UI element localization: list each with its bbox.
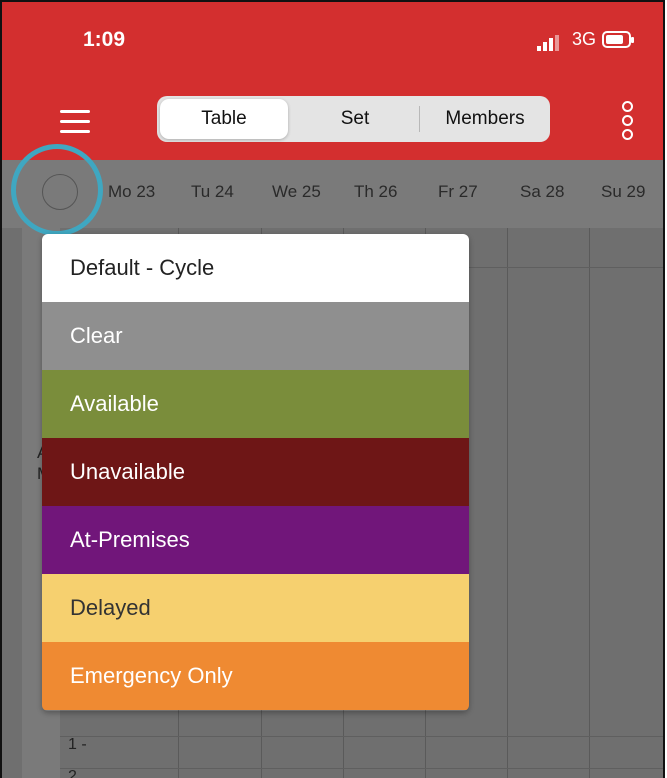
- menu-item-unavailable[interactable]: Unavailable: [42, 438, 469, 506]
- column-divider: [507, 228, 508, 778]
- row-label: 2: [68, 768, 77, 778]
- network-type: 3G: [572, 29, 597, 49]
- tab-members[interactable]: Members: [421, 96, 549, 142]
- day-header-mo[interactable]: Mo 23: [108, 182, 155, 202]
- battery-icon: [602, 31, 634, 48]
- menu-item-delayed[interactable]: Delayed: [42, 574, 469, 642]
- signal-icon: [537, 35, 559, 51]
- day-header-fr[interactable]: Fr 27: [438, 182, 478, 202]
- phone-frame: 1:09 3G Table Set Members Mo 23 Tu 24 We…: [0, 0, 665, 778]
- menu-item-available[interactable]: Available: [42, 370, 469, 438]
- day-header-th[interactable]: Th 26: [354, 182, 397, 202]
- row-label: 1 -: [68, 736, 87, 753]
- row-divider: [60, 768, 663, 769]
- status-dropdown-menu: Default - Cycle Clear Available Unavaila…: [42, 234, 469, 711]
- hamburger-menu-icon[interactable]: [60, 110, 90, 134]
- day-header-we[interactable]: We 25: [272, 182, 321, 202]
- status-time: 1:09: [83, 28, 126, 51]
- more-options-icon[interactable]: [620, 101, 634, 145]
- column-divider: [589, 228, 590, 778]
- day-header-su[interactable]: Su 29: [601, 182, 645, 202]
- menu-item-clear[interactable]: Clear: [42, 302, 469, 370]
- day-header-tu[interactable]: Tu 24: [191, 182, 234, 202]
- tap-highlight-ring: [11, 144, 103, 236]
- day-header-sa[interactable]: Sa 28: [520, 182, 564, 202]
- tab-set[interactable]: Set: [295, 96, 415, 142]
- row-divider: [60, 736, 663, 737]
- menu-item-emergency-only[interactable]: Emergency Only: [42, 642, 469, 710]
- status-bar: 1:09 3G: [2, 2, 663, 92]
- segment-divider: [419, 106, 420, 132]
- tab-table[interactable]: Table: [160, 99, 288, 139]
- menu-item-default-cycle[interactable]: Default - Cycle: [42, 234, 469, 302]
- menu-item-at-premises[interactable]: At-Premises: [42, 506, 469, 574]
- view-segmented-control: Table Set Members: [157, 96, 550, 142]
